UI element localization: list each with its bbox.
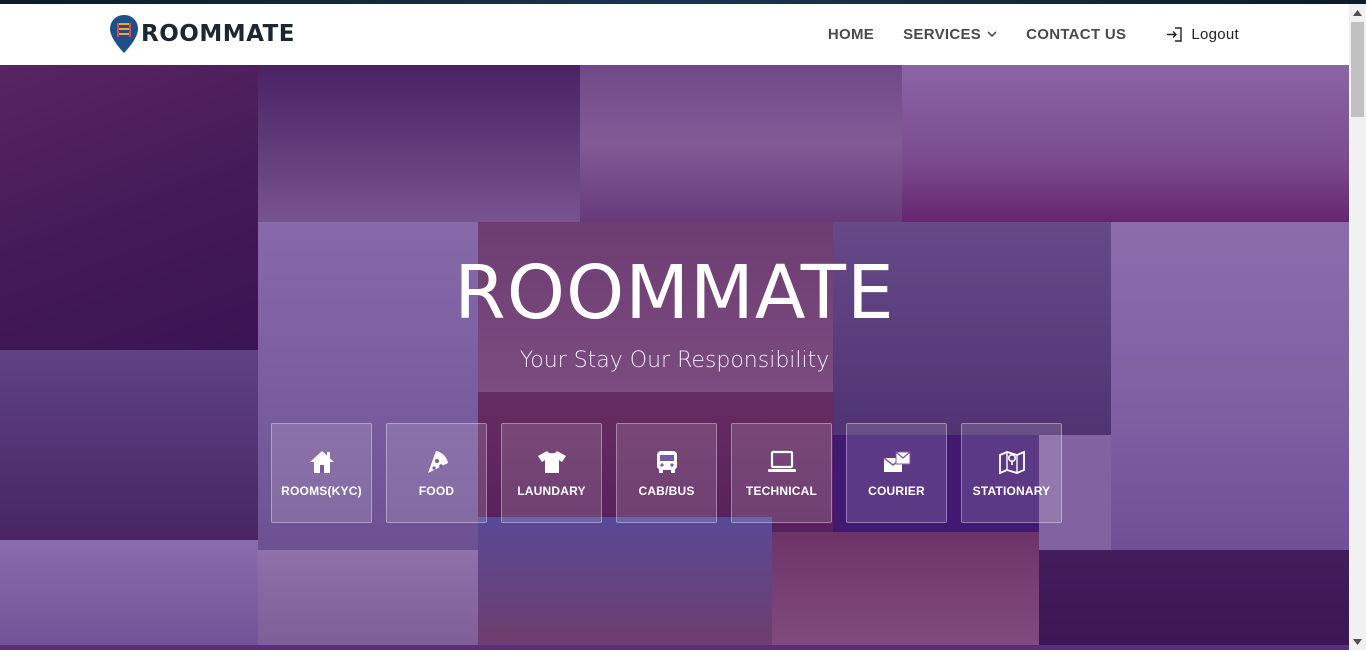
nav-services[interactable]: SERVICES [903,26,997,43]
hero-photo-friends [0,350,258,540]
chevron-down-icon [987,29,997,41]
nav-services-label: SERVICES [903,26,982,43]
nav-contact-label: CONTACT US [1026,26,1127,43]
courier-icon [882,448,912,476]
scroll-down-arrow-icon[interactable] [1349,633,1366,650]
home-icon [307,448,337,476]
location-pin-icon [109,14,139,54]
bus-icon [652,448,682,476]
hero-photo-room [580,65,902,222]
service-label: STATIONARY [972,484,1051,498]
service-label: COURIER [868,484,925,498]
nav-home[interactable]: HOME [828,26,874,43]
service-food[interactable]: FOOD [386,423,487,523]
service-label: TECHNICAL [745,484,818,498]
service-cab-bus[interactable]: CAB/BUS [616,423,717,523]
tshirt-icon [537,448,567,476]
hero-photo-dark-room [1039,550,1349,650]
hero-title: ROOMMATE [454,250,895,336]
hero-banner: ROOMMATE Your Stay Our Responsibility RO… [0,65,1349,650]
hero-photo-bedroom [258,550,478,650]
bottom-edge [0,645,1349,650]
nav-contact[interactable]: CONTACT US [1026,26,1126,43]
service-courier[interactable]: COURIER [846,423,947,523]
map-icon [997,448,1027,476]
scrollbar-thumb[interactable] [1351,22,1364,117]
service-label: CAB/BUS [638,484,695,498]
page-scrollbar[interactable] [1349,4,1366,650]
hero-photo-living [0,540,258,650]
logout-icon [1166,26,1183,43]
brand-logo[interactable]: ROOMMATE [109,14,295,54]
service-laundary[interactable]: LAUNDARY [501,423,602,523]
service-label: LAUNDARY [517,484,586,498]
brand-name: ROOMMATE [141,21,296,47]
hero-subtitle: Your Stay Our Responsibility [519,348,830,373]
hero-photo-girls-brick [772,532,1039,650]
hero-photo-bunk-window [258,65,580,222]
service-label: ROOMS(KYC) [281,484,362,498]
hero-photo-girls-room [902,65,1349,222]
nav-home-label: HOME [827,26,875,43]
pizza-icon [422,448,452,476]
service-technical[interactable]: TECHNICAL [731,423,832,523]
service-rooms[interactable]: ROOMS(KYC) [271,423,372,523]
logout-label: Logout [1191,26,1239,43]
navbar: ROOMMATE HOME SERVICES CONTACT US Logout [0,4,1349,65]
hero-photo-dorm [478,517,772,650]
services-grid: ROOMS(KYC) FOOD LAUNDARY CAB/BUS TECHNIC… [271,423,1062,523]
logout-button[interactable]: Logout [1166,26,1239,43]
main-menu: HOME SERVICES CONTACT US Logout [799,4,1239,65]
laptop-icon [767,448,797,476]
scroll-up-arrow-icon[interactable] [1349,4,1366,21]
service-label: FOOD [418,484,455,498]
service-stationary[interactable]: STATIONARY [961,423,1062,523]
